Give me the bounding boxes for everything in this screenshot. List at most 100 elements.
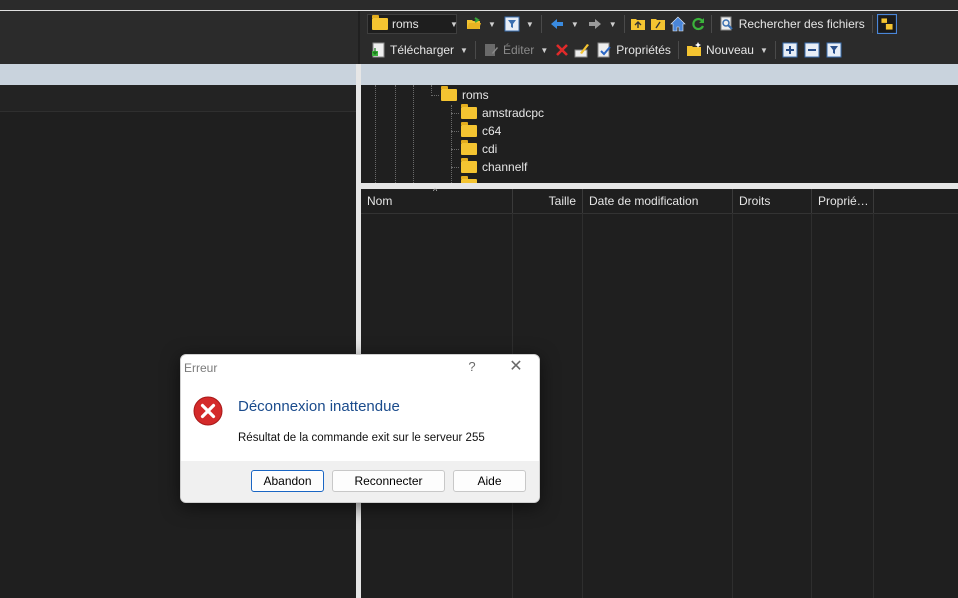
home-icon <box>669 16 686 32</box>
dialog-close-button[interactable]: ✕ <box>507 359 525 375</box>
reconnect-button[interactable]: Reconnecter <box>332 470 445 492</box>
filter-files-button[interactable] <box>823 39 845 61</box>
path-combo-value: roms <box>392 17 419 31</box>
parent-dir-button[interactable] <box>628 13 648 35</box>
column-header-label: Droits <box>739 194 771 208</box>
filter-icon <box>826 42 842 58</box>
filter-button[interactable]: ▼ <box>500 13 538 35</box>
back-button[interactable]: ▼ <box>545 13 583 35</box>
refresh-icon <box>692 17 704 31</box>
folder-icon <box>461 104 477 119</box>
tree-toggle-icon <box>876 14 897 34</box>
tree-guide-line <box>451 113 459 114</box>
open-folder-icon <box>467 17 481 29</box>
toolbar-separator <box>774 41 776 59</box>
edit-icon <box>484 44 498 56</box>
rename-icon <box>574 44 590 58</box>
column-header-label: Taille <box>548 194 576 208</box>
toolbar-separator <box>677 41 679 59</box>
column-header-owner[interactable]: Proprié… <box>812 189 874 213</box>
tree-guide-line <box>375 85 376 183</box>
error-dialog: Erreur ? ✕ Déconnexion inattendue Résult… <box>180 354 540 503</box>
column-header-label: Nom <box>367 194 393 208</box>
column-header-label: Proprié… <box>818 194 869 208</box>
plus-icon <box>782 42 798 58</box>
properties-icon <box>597 42 611 58</box>
column-divider <box>873 213 874 598</box>
home-button[interactable] <box>668 13 688 35</box>
chevron-down-icon: ▼ <box>608 19 617 29</box>
toolbar-separator <box>871 15 873 33</box>
dialog-message: Résultat de la commande exit sur le serv… <box>238 432 485 444</box>
directory-tree[interactable]: roms amstradcpc c64 cdi channelf <box>361 85 958 183</box>
open-folder-button[interactable]: ▼ <box>462 13 500 35</box>
folder-icon <box>461 158 477 173</box>
parent-dir-icon <box>630 19 645 30</box>
path-combo-dropdown[interactable]: ▼ <box>446 14 460 34</box>
edit-button[interactable]: Éditer ▼ <box>479 39 552 61</box>
folder-icon <box>441 86 457 101</box>
chevron-down-icon: ▼ <box>460 45 468 55</box>
remote-panel-header <box>361 64 958 85</box>
column-divider <box>582 213 583 598</box>
find-files-button[interactable]: Rechercher des fichiers <box>715 13 869 35</box>
column-header-modified[interactable]: Date de modification <box>583 189 733 213</box>
new-button[interactable]: Nouveau ▼ <box>682 39 772 61</box>
tree-item-label: roms <box>462 88 489 102</box>
help-button[interactable]: Aide <box>453 470 526 492</box>
tree-guide-line <box>431 95 439 96</box>
tree-item-partial <box>461 176 477 183</box>
properties-button[interactable]: Propriétés <box>592 39 675 61</box>
chevron-down-icon: ▼ <box>488 19 496 29</box>
download-label: Télécharger <box>390 43 455 57</box>
column-header-name[interactable]: Nom ^ <box>361 186 513 213</box>
tree-item-cdi[interactable]: cdi <box>461 140 497 158</box>
tree-guide-line <box>451 105 452 183</box>
column-header-size[interactable]: Taille <box>513 189 583 213</box>
file-toolbar: Télécharger ▼ Éditer ▼ Propriétés Nouvea… <box>366 39 845 61</box>
column-header-rights[interactable]: Droits <box>733 189 812 213</box>
chevron-down-icon: ▼ <box>759 45 768 55</box>
dialog-heading: Déconnexion inattendue <box>238 398 400 415</box>
chevron-down-icon: ▼ <box>525 19 534 29</box>
tree-item-label: c64 <box>482 124 502 138</box>
local-panel-header <box>0 64 356 85</box>
tree-toggle-button[interactable] <box>876 13 898 35</box>
local-panel-strip <box>0 85 356 112</box>
tree-item-channelf[interactable]: channelf <box>461 158 527 176</box>
tree-item-label: amstradcpc <box>482 106 545 120</box>
nav-toolbar: ▼ ▼ ▼ ▼ Rechercher des fichiers <box>462 13 898 35</box>
delete-button[interactable] <box>552 39 572 61</box>
folder-icon <box>461 140 477 155</box>
root-dir-button[interactable] <box>648 13 668 35</box>
refresh-button[interactable] <box>688 13 708 35</box>
dialog-help-button[interactable]: ? <box>465 359 479 375</box>
select-files-button[interactable] <box>779 39 801 61</box>
find-files-label: Rechercher des fichiers <box>738 17 865 31</box>
filter-icon <box>504 16 520 32</box>
download-button[interactable]: Télécharger ▼ <box>366 39 472 61</box>
tree-guide-line <box>451 167 459 168</box>
find-files-icon <box>720 16 733 31</box>
tree-item-roms[interactable]: roms <box>441 86 489 104</box>
forward-button[interactable]: ▼ <box>583 13 621 35</box>
tree-item-label: cdi <box>482 142 498 156</box>
local-panel <box>0 85 356 598</box>
path-combo[interactable]: roms <box>367 14 457 34</box>
dialog-title: Erreur <box>184 361 218 375</box>
folder-icon <box>461 122 477 137</box>
unselect-files-button[interactable] <box>801 39 823 61</box>
chevron-down-icon: ▼ <box>570 19 579 29</box>
abort-button[interactable]: Abandon <box>251 470 324 492</box>
left-toolbar-area <box>0 11 358 64</box>
error-icon <box>193 396 223 426</box>
forward-arrow-icon <box>588 19 601 29</box>
chevron-down-icon: ▼ <box>540 45 549 55</box>
tree-item-c64[interactable]: c64 <box>461 122 501 140</box>
back-arrow-icon <box>550 19 563 29</box>
toolbar-separator <box>710 15 712 33</box>
rename-button[interactable] <box>572 39 592 61</box>
window-top-edge <box>0 0 958 11</box>
tree-guide-line <box>431 85 432 93</box>
tree-item-amstradcpc[interactable]: amstradcpc <box>461 104 544 122</box>
